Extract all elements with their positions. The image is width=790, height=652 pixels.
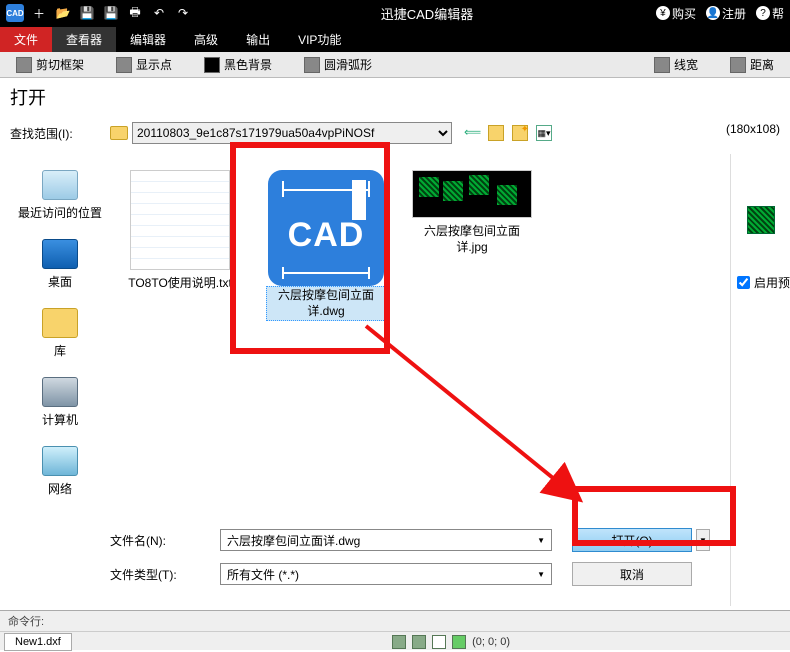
crop-icon[interactable] xyxy=(16,57,32,73)
nav-back-icon[interactable]: ⟸ xyxy=(464,125,480,141)
enable-preview-checkbox[interactable]: 启用预 xyxy=(737,274,784,291)
open-dialog: 打开 查找范围(I): 20110803_9e1c87s171979ua50a4… xyxy=(0,78,790,610)
ribbon-toolbar: 剪切框架 显示点 黑色背景 圆滑弧形 线宽 距离 xyxy=(0,52,790,78)
txt-thumb-icon xyxy=(130,170,230,270)
menu-bar: 文件 查看器 编辑器 高级 输出 VIP功能 xyxy=(0,26,790,52)
tool-smootharc[interactable]: 圆滑弧形 xyxy=(324,56,372,73)
tool-linewidth[interactable]: 线宽 xyxy=(674,56,698,73)
file-item-txt[interactable]: TO8TO使用说明.txt xyxy=(120,170,240,292)
place-network[interactable]: 网络 xyxy=(42,446,78,497)
file-caption: 六层按摩包间立面详.dwg xyxy=(266,286,386,321)
filename-label: 文件名(N): xyxy=(110,532,220,549)
file-caption: TO8TO使用说明.txt xyxy=(128,276,232,292)
app-logo-icon: CAD xyxy=(6,4,24,22)
nav-viewmode-icon[interactable]: ▦▾ xyxy=(536,125,552,141)
place-library[interactable]: 库 xyxy=(42,308,78,359)
redo-icon[interactable]: ↷ xyxy=(174,4,192,22)
filetype-label: 文件类型(T): xyxy=(110,566,220,583)
place-recent[interactable]: 最近访问的位置 xyxy=(18,170,102,221)
sb-icon-1[interactable] xyxy=(392,635,406,649)
linewidth-icon[interactable] xyxy=(654,57,670,73)
file-item-jpg[interactable]: 六层按摩包间立面详.jpg xyxy=(412,170,532,255)
help-link[interactable]: ?帮 xyxy=(756,5,784,22)
open-button[interactable]: 打开(O) xyxy=(572,528,692,552)
tool-crop[interactable]: 剪切框架 xyxy=(36,56,84,73)
buy-link[interactable]: ¥购买 xyxy=(656,5,696,22)
menu-viewer[interactable]: 查看器 xyxy=(52,27,116,52)
title-bar: CAD ＋ 📂 💾 💾 🖶 ↶ ↷ 迅捷CAD编辑器 ¥购买 👤注册 ?帮 xyxy=(0,0,790,26)
preview-dimensions: (180x108) xyxy=(726,122,780,136)
sb-icon-4[interactable] xyxy=(452,635,466,649)
file-list[interactable]: TO8TO使用说明.txt CAD 六层按摩包间立面详.dwg xyxy=(110,152,780,532)
menu-vip[interactable]: VIP功能 xyxy=(284,27,355,52)
print-icon[interactable]: 🖶 xyxy=(126,4,144,22)
document-tab[interactable]: New1.dxf xyxy=(4,633,72,651)
menu-output[interactable]: 输出 xyxy=(232,27,284,52)
tool-distance[interactable]: 距离 xyxy=(750,56,774,73)
file-item-dwg[interactable]: CAD 六层按摩包间立面详.dwg xyxy=(266,170,386,321)
dialog-title: 打开 xyxy=(0,78,790,114)
saveas-icon[interactable]: 💾 xyxy=(102,4,120,22)
command-line-label: 命令行: xyxy=(0,611,790,632)
place-computer[interactable]: 计算机 xyxy=(42,377,78,428)
new-icon[interactable]: ＋ xyxy=(30,4,48,22)
lookin-label: 查找范围(I): xyxy=(10,125,110,142)
app-title: 迅捷CAD编辑器 xyxy=(198,4,656,23)
tool-blackbg[interactable]: 黑色背景 xyxy=(224,56,272,73)
filename-combo[interactable]: 六层按摩包间立面详.dwg▼ xyxy=(220,529,552,551)
titlebar-quick-icons: CAD ＋ 📂 💾 💾 🖶 ↶ ↷ xyxy=(0,4,198,22)
sb-icon-3[interactable] xyxy=(432,635,446,649)
filetype-combo[interactable]: 所有文件 (*.*)▼ xyxy=(220,563,552,585)
register-link[interactable]: 👤注册 xyxy=(706,5,746,22)
status-coords: (0; 0; 0) xyxy=(392,635,790,649)
menu-file[interactable]: 文件 xyxy=(0,27,52,52)
save-icon[interactable]: 💾 xyxy=(78,4,96,22)
smootharc-icon[interactable] xyxy=(304,57,320,73)
undo-icon[interactable]: ↶ xyxy=(150,4,168,22)
lookin-select[interactable]: 20110803_9e1c87s171979ua50a4vpPiNOSf xyxy=(132,122,452,144)
file-caption: 六层按摩包间立面详.jpg xyxy=(412,224,532,255)
status-bar: 命令行: New1.dxf (0; 0; 0) xyxy=(0,610,790,650)
showpoint-icon[interactable] xyxy=(116,57,132,73)
jpg-thumb-icon xyxy=(412,170,532,218)
menu-advanced[interactable]: 高级 xyxy=(180,27,232,52)
cad-thumb-icon: CAD xyxy=(268,170,384,286)
folder-icon xyxy=(110,126,128,140)
distance-icon[interactable] xyxy=(730,57,746,73)
open-split-button[interactable]: ▼ xyxy=(696,529,710,551)
sb-icon-2[interactable] xyxy=(412,635,426,649)
menu-editor[interactable]: 编辑器 xyxy=(116,27,180,52)
preview-panel: 启用预 xyxy=(730,154,790,606)
titlebar-right: ¥购买 👤注册 ?帮 xyxy=(656,5,790,22)
tool-showpoint[interactable]: 显示点 xyxy=(136,56,172,73)
place-desktop[interactable]: 桌面 xyxy=(42,239,78,290)
nav-up-icon[interactable] xyxy=(488,125,504,141)
nav-newfolder-icon[interactable]: ✦ xyxy=(512,125,528,141)
open-icon[interactable]: 📂 xyxy=(54,4,72,22)
preview-thumb-icon xyxy=(747,206,775,234)
lookin-row: 查找范围(I): 20110803_9e1c87s171979ua50a4vpP… xyxy=(10,114,780,152)
cancel-button[interactable]: 取消 xyxy=(572,562,692,586)
places-bar: 最近访问的位置 桌面 库 计算机 网络 xyxy=(10,152,110,532)
blackbg-icon[interactable] xyxy=(204,57,220,73)
